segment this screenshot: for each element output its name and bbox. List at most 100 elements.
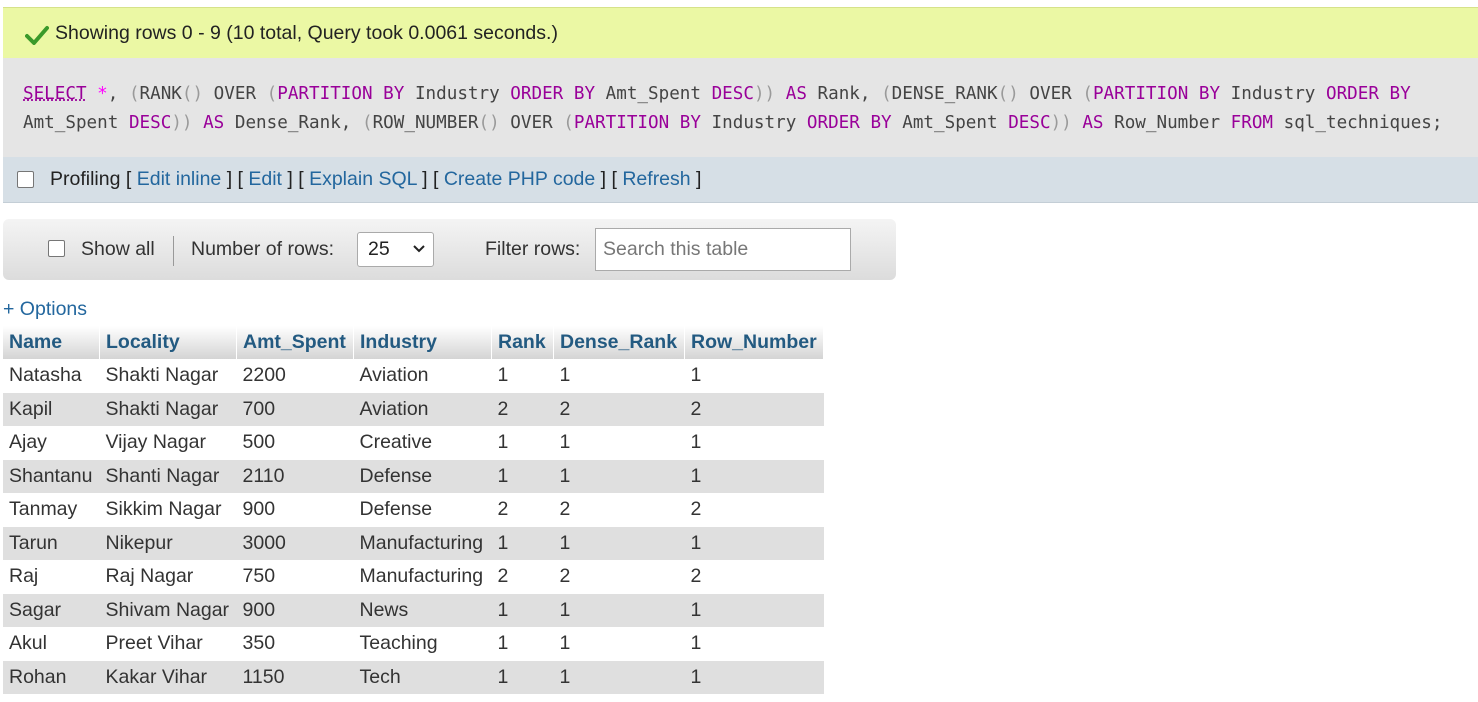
cell-amt-spent: 350 (236, 627, 354, 661)
divider (173, 236, 174, 266)
table-navigation-bar: Show all Number of rows: 25 Filter rows: (3, 219, 896, 280)
table-header-row: Name Locality Amt_Spent Industry Rank De… (3, 326, 824, 359)
sql-token: DESC (128, 113, 172, 133)
sql-token: ORDER BY (510, 84, 596, 104)
profiling-links: Profiling [ Edit inline ] [ Edit ] [ Exp… (50, 168, 702, 190)
check-icon (25, 26, 49, 45)
sql-token: ( (563, 113, 574, 133)
table-row[interactable]: Raj Raj Nagar 750 Manufacturing 2 2 2 (3, 560, 824, 594)
sql-token: ( (266, 84, 278, 104)
cell-row-number: 1 (684, 426, 824, 460)
column-header-row-number[interactable]: Row_Number (684, 326, 824, 359)
cell-dense-rank: 1 (553, 660, 685, 694)
filter-rows-label: Filter rows: (485, 238, 581, 260)
show-all-checkbox[interactable] (48, 240, 65, 257)
cell-locality: Shakti Nagar (99, 359, 237, 393)
table-row[interactable]: Rohan Kakar Vihar 1150 Tech 1 1 1 (3, 660, 824, 694)
sql-token: Industry (404, 84, 511, 104)
cell-amt-spent: 900 (236, 493, 354, 527)
table-row[interactable]: Kapil Shakti Nagar 700 Aviation 2 2 2 (3, 392, 824, 426)
cell-locality: Shivam Nagar (99, 593, 237, 627)
cell-locality: Preet Vihar (99, 627, 237, 661)
cell-locality: Raj Nagar (99, 560, 237, 594)
cell-row-number: 1 (684, 660, 824, 694)
cell-name: Tarun (3, 526, 100, 560)
table-row[interactable]: Shantanu Shanti Nagar 2110 Defense 1 1 1 (3, 459, 824, 493)
cell-row-number: 2 (684, 560, 824, 594)
explain-sql-link[interactable]: Explain SQL (309, 168, 417, 190)
refresh-link[interactable]: Refresh (622, 168, 690, 190)
sql-token: OVER (499, 113, 564, 133)
sql-token: Industry (700, 113, 807, 133)
sql-token: Industry (1220, 84, 1326, 104)
sql-token: * (97, 84, 108, 104)
chevron-down-icon (413, 245, 425, 253)
cell-name: Sagar (3, 593, 100, 627)
sql-token: ( (881, 84, 892, 104)
cell-name: Akul (3, 627, 100, 661)
cell-name: Tanmay (3, 493, 100, 527)
create-php-code-link[interactable]: Create PHP code (444, 168, 595, 190)
cell-name: Shantanu (3, 459, 100, 493)
column-header-locality[interactable]: Locality (99, 326, 237, 359)
cell-row-number: 1 (684, 459, 824, 493)
cell-rank: 1 (491, 627, 554, 661)
sql-token: , (107, 84, 129, 104)
cell-amt-spent: 3000 (236, 526, 354, 560)
table-row[interactable]: Tanmay Sikkim Nagar 900 Defense 2 2 2 (3, 493, 824, 527)
sql-token: RANK (139, 84, 182, 104)
table-row[interactable]: Ajay Vijay Nagar 500 Creative 1 1 1 (3, 426, 824, 460)
rows-per-page-value: 25 (368, 238, 390, 260)
sql-token: sql_techniques; (1273, 113, 1443, 133)
table-row[interactable]: Akul Preet Vihar 350 Teaching 1 1 1 (3, 627, 824, 661)
sql-token: AS (785, 84, 807, 104)
sql-token: ( (361, 113, 373, 133)
sql-token: PARTITION BY (277, 84, 405, 104)
show-all-label[interactable]: Show all (81, 238, 155, 261)
sql-token: () (997, 84, 1019, 104)
cell-locality: Nikepur (99, 526, 237, 560)
column-header-amt-spent[interactable]: Amt_Spent (236, 326, 354, 359)
column-header-rank[interactable]: Rank (491, 326, 554, 359)
edit-inline-link[interactable]: Edit inline (137, 168, 222, 190)
cell-industry: Manufacturing (353, 526, 492, 560)
cell-industry: Aviation (353, 359, 492, 393)
cell-amt-spent: 900 (236, 593, 354, 627)
table-row[interactable]: Natasha Shakti Nagar 2200 Aviation 1 1 1 (3, 359, 824, 393)
table-row[interactable]: Tarun Nikepur 3000 Manufacturing 1 1 1 (3, 526, 824, 560)
filter-rows-input[interactable] (595, 228, 851, 271)
column-header-name[interactable]: Name (3, 326, 100, 359)
edit-link[interactable]: Edit (248, 168, 282, 190)
profiling-checkbox[interactable] (17, 171, 34, 188)
sql-token: () (478, 113, 500, 133)
rows-per-page-select[interactable]: 25 (357, 232, 434, 267)
cell-locality: Shakti Nagar (99, 392, 237, 426)
cell-row-number: 1 (684, 593, 824, 627)
cell-name: Kapil (3, 392, 100, 426)
cell-dense-rank: 2 (553, 493, 685, 527)
column-header-dense-rank[interactable]: Dense_Rank (553, 326, 685, 359)
cell-locality: Sikkim Nagar (99, 493, 237, 527)
table-row[interactable]: Sagar Shivam Nagar 900 News 1 1 1 (3, 593, 824, 627)
options-link[interactable]: + Options (3, 298, 87, 321)
cell-name: Natasha (3, 359, 100, 393)
cell-dense-rank: 2 (553, 560, 685, 594)
column-header-industry[interactable]: Industry (353, 326, 492, 359)
sql-token: DESC (711, 84, 754, 104)
sql-token: Row_Number (1103, 113, 1231, 133)
cell-dense-rank: 1 (553, 627, 685, 661)
cell-amt-spent: 750 (236, 560, 354, 594)
cell-amt-spent: 500 (236, 426, 354, 460)
results-table: Name Locality Amt_Spent Industry Rank De… (3, 326, 824, 694)
cell-dense-rank: 1 (553, 426, 685, 460)
sql-token: )) (753, 84, 776, 104)
cell-amt-spent: 2200 (236, 359, 354, 393)
cell-industry: Defense (353, 493, 492, 527)
sql-token: Amt_Spent (23, 113, 129, 133)
sql-token: ORDER BY (806, 113, 892, 133)
status-text: Showing rows 0 - 9 (10 total, Query took… (55, 22, 558, 44)
sql-token: ( (1082, 84, 1093, 104)
cell-row-number: 1 (684, 359, 824, 393)
